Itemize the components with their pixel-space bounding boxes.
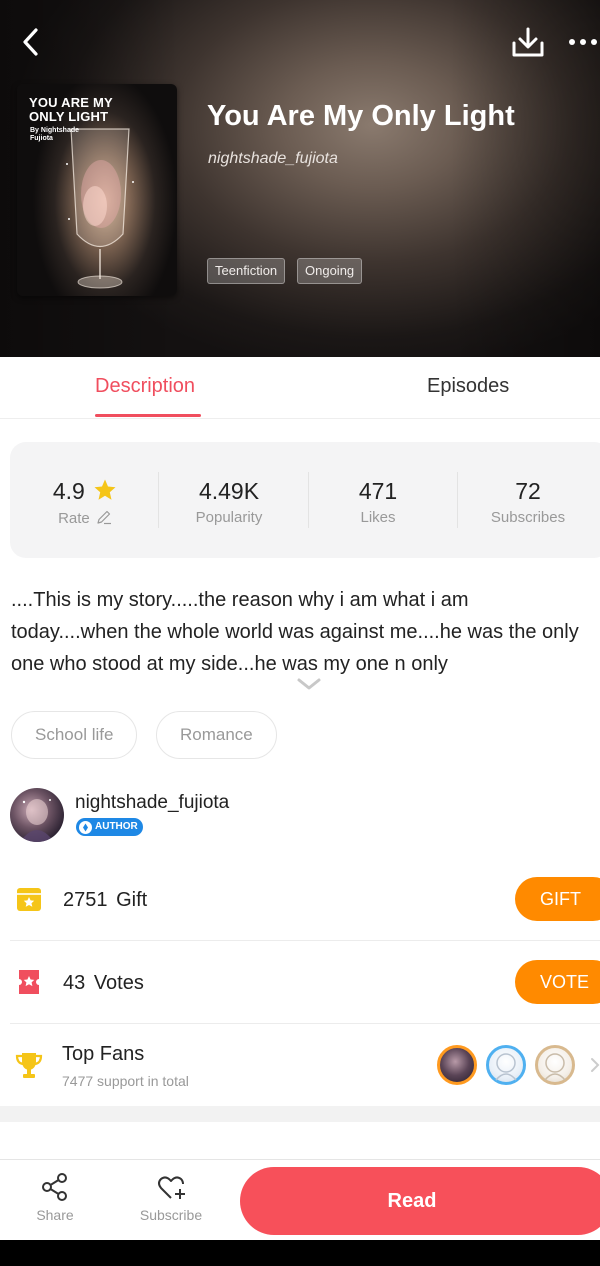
cover-art	[66, 128, 134, 289]
votes-label: Votes	[93, 972, 144, 994]
trophy-icon	[15, 1053, 43, 1078]
subscribe-label: Subscribe	[139, 1207, 203, 1223]
gift-label: Gift	[116, 889, 148, 911]
stat-subscribes-label: Subscribes	[490, 509, 566, 526]
vote-ticket-icon	[16, 970, 42, 994]
book-header: YOU ARE MY ONLY LIGHT By Nightshade Fuji…	[0, 0, 600, 357]
tag-ongoing: Ongoing	[297, 258, 363, 284]
avatar-art	[20, 799, 54, 842]
tab-bar: Description Episodes	[0, 357, 600, 419]
author-badge: AUTHOR	[76, 818, 143, 836]
chevron-down-icon[interactable]	[296, 676, 322, 692]
stat-likes: 471 Likes	[303, 442, 453, 558]
stats-panel: 4.9 Rate 4.49K Popularity 471 Likes 72 S…	[10, 442, 600, 558]
divider	[10, 940, 600, 941]
divider	[10, 1023, 600, 1024]
vote-button[interactable]: VOTE	[515, 960, 600, 1004]
gift-icon	[17, 888, 41, 911]
stat-rate-value: 4.9	[52, 478, 85, 504]
tab-episodes[interactable]: Episodes	[427, 375, 509, 398]
book-author[interactable]: nightshade_fujiota	[208, 150, 338, 168]
share-label: Share	[36, 1207, 74, 1223]
quill-icon	[79, 820, 92, 834]
download-button[interactable]	[508, 24, 548, 60]
cover-title: YOU ARE MY ONLY LIGHT	[29, 95, 113, 124]
system-navigation-bar	[0, 1240, 600, 1266]
star-icon	[94, 479, 116, 500]
author-name[interactable]: nightshade_fujiota	[75, 792, 229, 814]
stat-popularity-value: 4.49K	[198, 478, 260, 504]
book-title: You Are My Only Light	[207, 100, 515, 132]
genre-school-life[interactable]: School life	[11, 711, 138, 759]
share-button[interactable]: Share	[10, 1172, 100, 1223]
cover-byline: By Nightshade Fujiota	[30, 127, 80, 142]
default-avatar-icon	[495, 1053, 517, 1081]
more-horizontal-icon	[569, 39, 597, 45]
download-icon	[512, 27, 544, 57]
share-icon	[42, 1173, 67, 1201]
read-button[interactable]: Read	[240, 1167, 600, 1235]
stat-popularity: 4.49K Popularity	[154, 442, 304, 558]
back-button[interactable]	[14, 24, 46, 60]
genre-romance[interactable]: Romance	[156, 711, 277, 759]
stat-popularity-label: Popularity	[195, 509, 263, 526]
stat-rate-label-row: Rate	[10, 509, 160, 527]
top-fan-3-avatar[interactable]	[535, 1045, 575, 1085]
more-button[interactable]	[566, 28, 600, 56]
author-avatar[interactable]	[10, 788, 64, 842]
stat-rate-label: Rate	[58, 510, 90, 527]
stat-subscribes-value: 72	[515, 478, 541, 504]
default-avatar-icon	[544, 1053, 566, 1081]
stat-rate-value-row: 4.9	[10, 478, 160, 505]
heart-plus-icon	[158, 1176, 185, 1199]
stat-rate[interactable]: 4.9 Rate	[10, 442, 160, 558]
gift-count-row: 2751 Gift	[63, 889, 147, 912]
top-fans-title[interactable]: Top Fans	[62, 1043, 144, 1066]
top-fans-subtitle: 7477 support in total	[62, 1073, 189, 1089]
subscribe-button[interactable]: Subscribe	[126, 1172, 216, 1223]
tag-teenfiction[interactable]: Teenfiction	[207, 258, 286, 284]
chevron-left-icon	[23, 28, 38, 56]
author-badge-label: AUTHOR	[95, 821, 138, 832]
stat-subscribes: 72 Subscribes	[453, 442, 600, 558]
votes-count: 43	[63, 972, 86, 994]
top-fan-2-avatar[interactable]	[486, 1045, 526, 1085]
stat-likes-label: Likes	[360, 509, 396, 526]
tab-description[interactable]: Description	[95, 375, 195, 398]
bottom-action-bar: Share Subscribe Read	[0, 1159, 600, 1240]
book-cover[interactable]: YOU ARE MY ONLY LIGHT By Nightshade Fuji…	[17, 84, 177, 296]
top-fan-1-avatar[interactable]	[437, 1045, 477, 1085]
description-text: ....This is my story.....the reason why …	[11, 589, 579, 675]
tab-active-indicator	[95, 414, 201, 417]
votes-count-row: 43 Votes	[63, 972, 144, 995]
gift-count: 2751	[63, 889, 108, 911]
pencil-icon	[97, 510, 111, 525]
section-separator	[0, 1106, 600, 1122]
gift-button[interactable]: GIFT	[515, 877, 600, 921]
stat-likes-value: 471	[358, 478, 398, 504]
chevron-right-icon[interactable]	[590, 1057, 600, 1073]
